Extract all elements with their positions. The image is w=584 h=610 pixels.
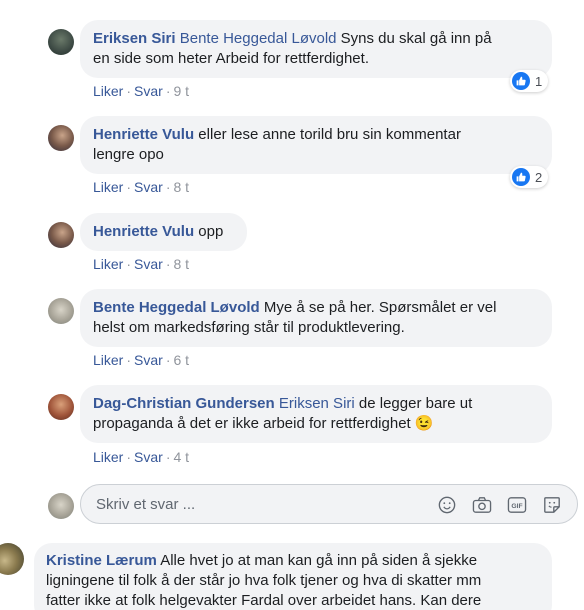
- reply-actions: Liker · Svar · 8 t: [93, 179, 190, 195]
- reply-bubble: Bente Heggedal Løvold Mye å se på her. S…: [80, 289, 552, 347]
- author-name[interactable]: Eriksen Siri: [93, 30, 176, 47]
- reply-text: en side som heter Arbeid for rettferdigh…: [93, 50, 369, 67]
- reply-text: helst om markedsføring står til produktl…: [93, 319, 405, 336]
- reply-text: propaganda å det er ikke arbeid for rett…: [93, 415, 411, 432]
- reply-actions: Liker · Svar · 4 t: [93, 449, 190, 465]
- timestamp[interactable]: 6 t: [174, 352, 190, 368]
- reply-input-placeholder: Skriv et svar ...: [96, 496, 196, 513]
- gif-icon[interactable]: GIF: [506, 494, 528, 516]
- reaction-count: 1: [535, 73, 543, 89]
- reaction-badge[interactable]: 2: [510, 166, 549, 188]
- reply-bubble: Eriksen Siri Bente Heggedal Løvold Syns …: [80, 20, 552, 78]
- author-name[interactable]: Dag-Christian Gundersen: [93, 395, 275, 412]
- reply-bubble: Dag-Christian Gundersen Eriksen Siri de …: [80, 385, 552, 443]
- reply-text: opp: [194, 223, 224, 240]
- avatar[interactable]: [48, 29, 74, 55]
- comment-avatar[interactable]: [0, 543, 24, 575]
- like-link[interactable]: Liker: [93, 179, 123, 195]
- author-name[interactable]: Henriette Vulu: [93, 223, 194, 240]
- sticker-icon[interactable]: [541, 494, 563, 516]
- comment-text: ligningene til folk å der står jo hva fo…: [46, 572, 482, 589]
- like-reaction-icon: [512, 72, 530, 90]
- reaction-count: 2: [535, 169, 543, 185]
- wink-emoji-icon: 😉: [414, 415, 434, 432]
- reply-bubble: Henriette Vulu eller lese anne torild br…: [80, 116, 552, 174]
- avatar[interactable]: [48, 298, 74, 324]
- avatar[interactable]: [48, 222, 74, 248]
- reply-link[interactable]: Svar: [134, 449, 163, 465]
- reply-link[interactable]: Svar: [134, 83, 163, 99]
- reply-text: Syns du skal gå inn på: [336, 30, 492, 47]
- like-link[interactable]: Liker: [93, 256, 123, 272]
- timestamp[interactable]: 8 t: [174, 179, 190, 195]
- reply-actions: Liker · Svar · 9 t: [93, 83, 190, 99]
- comment-text: Alle hvet jo at man kan gå inn på siden …: [156, 552, 478, 569]
- like-link[interactable]: Liker: [93, 449, 123, 465]
- like-link[interactable]: Liker: [93, 352, 123, 368]
- reply-bubble: Henriette Vulu opp: [80, 213, 247, 251]
- mention-link[interactable]: Bente Heggedal Løvold: [180, 30, 337, 47]
- svg-text:GIF: GIF: [511, 503, 522, 510]
- timestamp[interactable]: 4 t: [174, 449, 190, 465]
- like-link[interactable]: Liker: [93, 83, 123, 99]
- reply-link[interactable]: Svar: [134, 352, 163, 368]
- comment-bubble: Kristine Lærum Alle hvet jo at man kan g…: [34, 543, 552, 610]
- camera-icon[interactable]: [471, 494, 493, 516]
- emoji-icon[interactable]: [436, 494, 458, 516]
- reply-text: Mye å se på her. Spørsmålet er vel: [259, 299, 497, 316]
- comment-text: fatter ikke at folk helgevakter Fardal o…: [46, 592, 482, 609]
- author-name[interactable]: Bente Heggedal Løvold: [93, 299, 260, 316]
- like-reaction-icon: [512, 168, 530, 186]
- timestamp[interactable]: 8 t: [174, 256, 190, 272]
- avatar[interactable]: [48, 125, 74, 151]
- avatar[interactable]: [48, 394, 74, 420]
- author-name[interactable]: Kristine Lærum: [46, 552, 157, 569]
- mention-link[interactable]: Eriksen Siri: [279, 395, 355, 412]
- reaction-badge[interactable]: 1: [510, 70, 549, 92]
- reply-text: lengre opo: [93, 146, 164, 163]
- reply-link[interactable]: Svar: [134, 256, 163, 272]
- timestamp[interactable]: 9 t: [174, 83, 190, 99]
- reply-text: de legger bare ut: [354, 395, 473, 412]
- author-name[interactable]: Henriette Vulu: [93, 126, 194, 143]
- reply-input[interactable]: Skriv et svar ... GIF: [80, 484, 578, 524]
- reply-actions: Liker · Svar · 8 t: [93, 256, 190, 272]
- reply-actions: Liker · Svar · 6 t: [93, 352, 190, 368]
- composer-icons: GIF: [436, 494, 563, 516]
- reply-text: eller lese anne torild bru sin kommentar: [194, 126, 461, 143]
- reply-link[interactable]: Svar: [134, 179, 163, 195]
- current-user-avatar: [48, 493, 74, 519]
